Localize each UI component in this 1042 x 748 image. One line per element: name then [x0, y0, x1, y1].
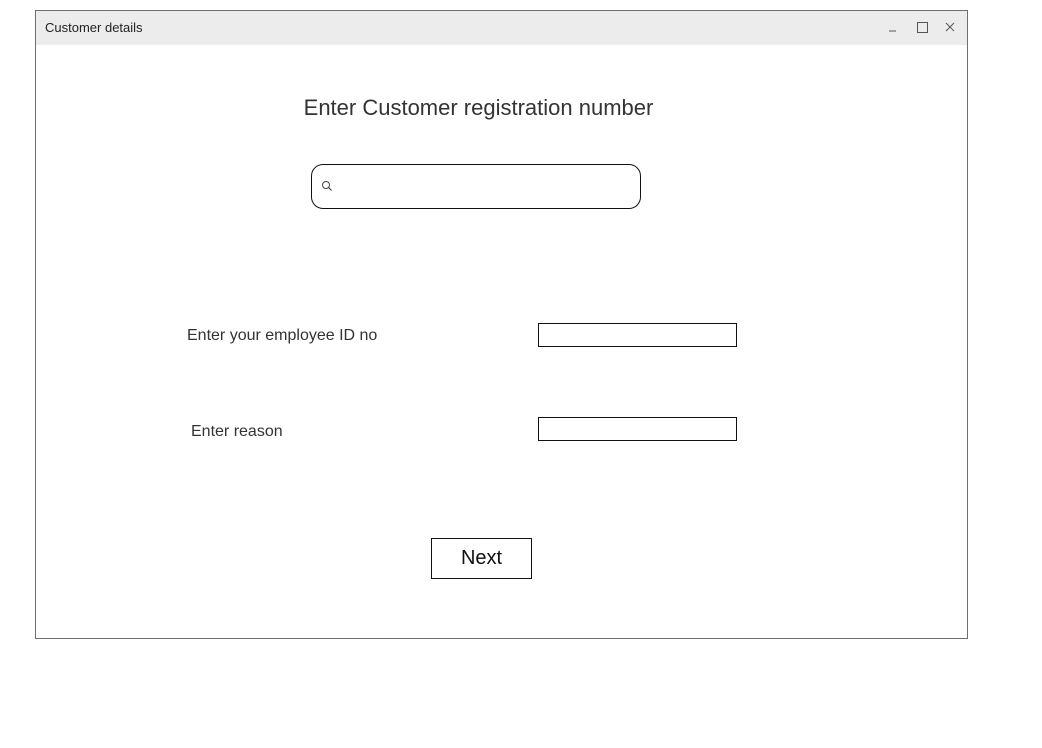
window-title: Customer details — [45, 20, 143, 35]
employee-id-input[interactable] — [538, 323, 737, 347]
employee-id-label: Enter your employee ID no — [187, 327, 378, 344]
close-icon — [945, 22, 955, 32]
maximize-button[interactable] — [912, 17, 932, 37]
reason-label: Enter reason — [191, 423, 283, 440]
registration-search-box[interactable] — [311, 164, 641, 209]
maximize-icon — [917, 22, 928, 33]
minimize-icon — [889, 30, 896, 32]
close-button[interactable] — [940, 17, 960, 37]
registration-number-input[interactable] — [340, 173, 630, 199]
page-heading: Enter Customer registration number — [303, 95, 654, 120]
title-bar[interactable]: Customer details — [36, 11, 967, 45]
customer-details-window: Customer details Enter Customer registra… — [35, 10, 968, 639]
search-icon — [322, 181, 332, 191]
minimize-button[interactable] — [884, 17, 904, 37]
reason-input[interactable] — [538, 417, 737, 441]
next-button[interactable]: Next — [431, 538, 532, 579]
